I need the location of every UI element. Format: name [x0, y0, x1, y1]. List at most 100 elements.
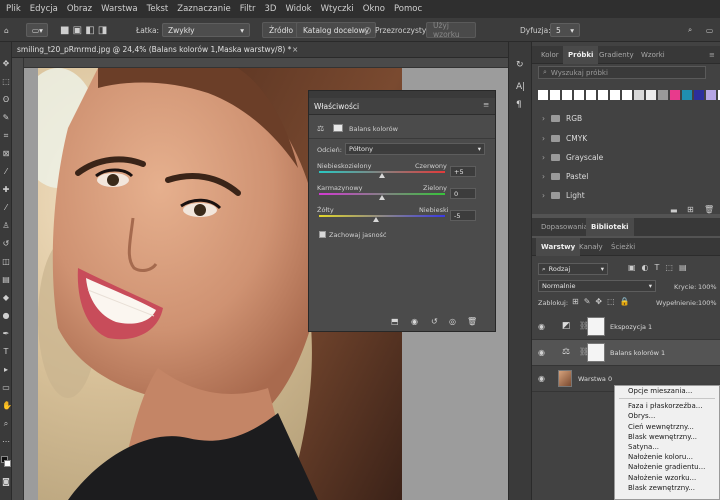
cyan-red-value[interactable]: +5: [450, 166, 476, 177]
selection-mode-icons[interactable]: ■ ▣ ◧ ◨: [60, 23, 107, 37]
tab-kanaly[interactable]: Kanały: [574, 238, 608, 256]
marquee-tool-icon[interactable]: ⬚: [2, 78, 10, 86]
swatch-search-input[interactable]: ⌕ Wyszukaj próbki: [538, 66, 706, 79]
menu-plik[interactable]: Plik: [6, 4, 21, 14]
eye-icon[interactable]: ◉: [538, 374, 545, 383]
pen-tool-icon[interactable]: ✒: [2, 330, 10, 338]
opacity-value[interactable]: 100%: [698, 283, 717, 291]
menu-item-blask-wewnetrzny[interactable]: Blask wewnętrzny...: [615, 432, 719, 442]
zrodlo-button[interactable]: Źródło: [262, 22, 301, 38]
menu-item-nalozenie-koloru[interactable]: Nałożenie koloru...: [615, 452, 719, 462]
reset-icon[interactable]: ↺: [431, 317, 438, 326]
new-folder-icon[interactable]: ▬: [670, 206, 678, 215]
more-tools-icon[interactable]: ⋯: [2, 438, 10, 446]
blur-tool-icon[interactable]: ◆: [2, 294, 10, 302]
panel-menu-icon[interactable]: ≡: [483, 100, 489, 109]
folder-pastel[interactable]: › Pastel: [542, 170, 588, 182]
document-tab[interactable]: smiling_t20_pRmrmd.jpg @ 24,4% (Balans k…: [12, 42, 508, 58]
menu-item-obrys[interactable]: Obrys...: [615, 411, 719, 421]
quick-select-tool-icon[interactable]: ✎: [2, 114, 10, 122]
magenta-green-value[interactable]: 0: [450, 188, 476, 199]
folder-grayscale[interactable]: › Grayscale: [542, 151, 603, 163]
visibility-icon[interactable]: ◎: [449, 317, 456, 326]
delete-swatch-icon[interactable]: 🗑: [704, 205, 714, 214]
menu-item-blask-zewnetrzny[interactable]: Blask zewnętrzny...: [615, 483, 719, 493]
menu-filtr[interactable]: Filtr: [240, 4, 256, 14]
swatch-3[interactable]: [574, 90, 584, 100]
menu-obraz[interactable]: Obraz: [67, 4, 92, 14]
menu-item-opcje-mieszania[interactable]: Opcje mieszania...: [615, 386, 719, 396]
brush-tool-icon[interactable]: ⁄: [2, 204, 10, 212]
shape-tool-icon[interactable]: ▭: [2, 384, 10, 392]
swatch-14[interactable]: [706, 90, 716, 100]
folder-light[interactable]: › Light: [542, 189, 585, 201]
workspace-icon[interactable]: ▭: [706, 23, 713, 37]
preserve-checkbox[interactable]: [319, 231, 326, 238]
clip-to-layer-icon[interactable]: ⬒: [391, 317, 399, 326]
document-close-icon[interactable]: ×: [292, 45, 298, 54]
yellow-blue-value[interactable]: -5: [450, 210, 476, 221]
swatch-5[interactable]: [598, 90, 608, 100]
menu-zaznaczanie[interactable]: Zaznaczanie: [177, 4, 230, 14]
actions-icon[interactable]: A|: [516, 82, 525, 92]
layer-row-balans[interactable]: ◉ ⚖ ⛓ Balans kolorów 1: [532, 340, 720, 366]
dyfuzja-select[interactable]: 5 ▾: [550, 23, 580, 37]
type-tool-icon[interactable]: T: [2, 348, 10, 356]
menu-item-nalozenie-wzorku[interactable]: Nałożenie wzorku...: [615, 473, 719, 483]
menu-widok[interactable]: Widok: [285, 4, 311, 14]
eye-icon[interactable]: ◉: [538, 322, 545, 331]
swatch-0[interactable]: [538, 90, 548, 100]
swatch-9[interactable]: [646, 90, 656, 100]
swatch-6[interactable]: [610, 90, 620, 100]
menu-wtyczki[interactable]: Wtyczki: [321, 4, 354, 14]
background-color-swatch[interactable]: [4, 460, 11, 467]
cyan-red-thumb[interactable]: [379, 173, 385, 178]
swatch-11[interactable]: [670, 90, 680, 100]
swatch-7[interactable]: [622, 90, 632, 100]
search-icon[interactable]: ⌕: [688, 23, 692, 37]
tab-dopasowania[interactable]: Dopasowania: [536, 218, 593, 236]
menu-3d[interactable]: 3D: [265, 4, 277, 14]
menu-edycja[interactable]: Edycja: [30, 4, 58, 14]
menu-item-nalozenie-gradientu[interactable]: Nałożenie gradientu...: [615, 462, 719, 472]
view-previous-icon[interactable]: ◉: [411, 317, 418, 326]
dodge-tool-icon[interactable]: ●: [2, 312, 10, 320]
home-icon[interactable]: ⌂: [4, 23, 9, 37]
folder-cmyk[interactable]: › CMYK: [542, 132, 587, 144]
eyedropper-tool-icon[interactable]: ⁄: [2, 168, 10, 176]
crop-tool-icon[interactable]: ⌗: [2, 132, 10, 140]
menu-item-faza[interactable]: Faza i płaskorzeźba...: [615, 401, 719, 411]
blend-mode-select[interactable]: Normalnie ▾: [538, 280, 656, 292]
tab-kolor[interactable]: Kolor: [536, 46, 564, 64]
tone-select[interactable]: Półtony ▾: [345, 143, 485, 155]
tab-sciezki[interactable]: Ścieżki: [606, 238, 640, 256]
tab-gradienty[interactable]: Gradienty: [594, 46, 639, 64]
uzyj-wzorku-button[interactable]: Użyj wzorku: [426, 21, 476, 39]
przezroczysty-checkbox[interactable]: Przezroczysty: [364, 23, 426, 37]
zoom-tool-icon[interactable]: ⌕: [2, 420, 10, 428]
layer-row-ekspozycja[interactable]: ◉ ◩ ⛓ Ekspozycja 1: [532, 314, 720, 340]
menu-item-satyna[interactable]: Satyna...: [615, 442, 719, 452]
eye-icon[interactable]: ◉: [538, 348, 545, 357]
tab-wzorki[interactable]: Wzorki: [636, 46, 670, 64]
move-tool-icon[interactable]: ✥: [2, 60, 10, 68]
stamp-tool-icon[interactable]: ♙: [2, 222, 10, 230]
path-select-tool-icon[interactable]: ▸: [2, 366, 10, 374]
history-brush-tool-icon[interactable]: ↺: [2, 240, 10, 248]
hand-tool-icon[interactable]: ✋: [2, 402, 12, 410]
new-swatch-icon[interactable]: ⊞: [687, 205, 694, 214]
lasso-tool-icon[interactable]: ʘ: [2, 96, 10, 104]
magenta-green-thumb[interactable]: [379, 195, 385, 200]
tool-preset-picker[interactable]: ▭▾: [26, 23, 48, 37]
history-icon[interactable]: ↻: [516, 60, 524, 70]
menu-pomoc[interactable]: Pomoc: [394, 4, 422, 14]
frame-tool-icon[interactable]: ⊠: [2, 150, 10, 158]
menu-okno[interactable]: Okno: [363, 4, 385, 14]
healing-tool-icon[interactable]: ✚: [2, 186, 10, 194]
latka-select[interactable]: Zwykły ▾: [162, 23, 250, 37]
gradient-tool-icon[interactable]: ▤: [2, 276, 10, 284]
swatch-13[interactable]: [694, 90, 704, 100]
paragraph-icon[interactable]: ¶: [516, 100, 522, 110]
properties-drag-bar[interactable]: [309, 91, 495, 98]
menu-tekst[interactable]: Tekst: [147, 4, 169, 14]
